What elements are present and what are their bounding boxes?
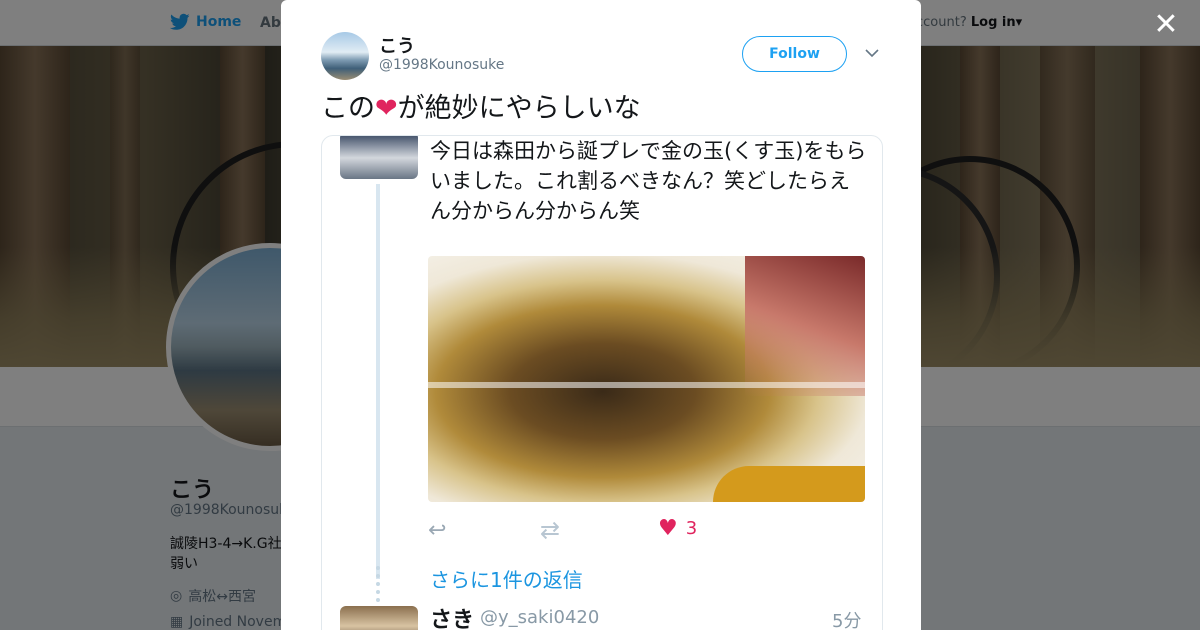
chevron-down-icon[interactable] [863,44,881,62]
reply-avatar [340,606,418,630]
retweet-icon: ⇄ [540,516,561,544]
reply-author-name: さき [430,608,475,630]
thread-dots [376,566,380,602]
like-action: ♥ 3 [658,516,697,541]
tweet-text: この❤が絶妙にやらしいな [321,90,641,128]
screenshot-tweet-text: 今日は森田から誕プレで金の玉(くす玉)をもらいました。これ割るべきなん？笑どした… [430,139,867,223]
like-count: 3 [685,518,698,539]
tweet-text-start: この [321,93,375,124]
reply-icon: ↩ [428,518,447,543]
heart-icon: ♥ [658,516,678,541]
more-replies-link: さらに1件の返信 [430,568,583,592]
tweet-author-handle[interactable]: @1998Kounosuke [379,57,504,73]
thread-line [376,184,380,579]
tweet-text-end: が絶妙にやらしいな [397,93,641,124]
close-icon[interactable]: ✕ [1151,10,1181,40]
heart-emoji: ❤ [375,93,398,124]
tweet-author-avatar[interactable] [321,32,369,80]
follow-button[interactable]: Follow [742,36,847,72]
screenshot-avatar [340,136,418,179]
tweet-media-image[interactable]: 今日は森田から誕プレで金の玉(くす玉)をもらいました。これ割るべきなん？笑どした… [321,135,883,630]
screenshot-photo [428,256,865,502]
tweet-author-name[interactable]: こう [379,32,415,58]
tweet-modal: こう @1998Kounosuke Follow この❤が絶妙にやらしいな 今日… [281,0,921,630]
screenshot-actions: ↩ ⇄ ♥ 3 [428,516,868,546]
reply-author-handle: @y_saki0420 [480,607,600,628]
reply-timestamp: 5分 [832,611,862,630]
